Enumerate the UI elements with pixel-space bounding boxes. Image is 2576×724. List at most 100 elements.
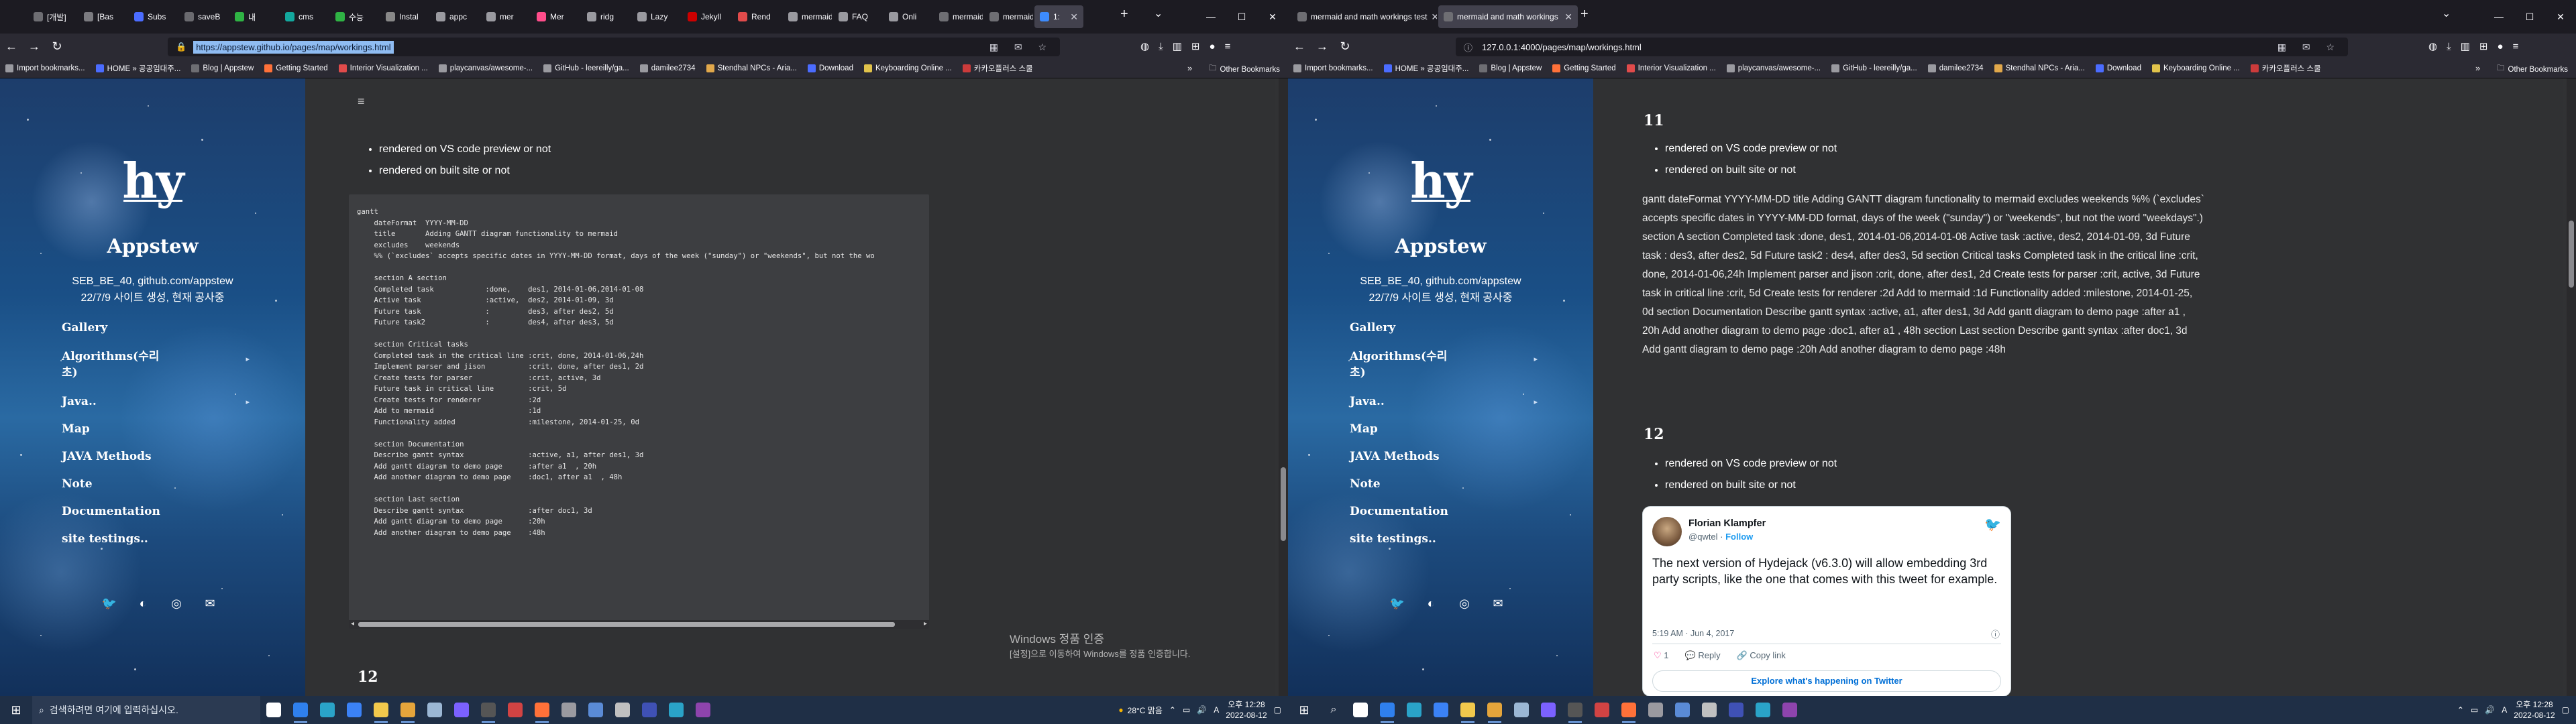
scroll-left-icon[interactable]: ◂ [351, 620, 354, 627]
taskbar-app-app2[interactable] [1589, 696, 1615, 724]
sidebar-item-java-methods[interactable]: JAVA Methods [1350, 450, 1538, 463]
email-icon[interactable]: ✉ [1489, 595, 1507, 612]
browser-tab[interactable]: [Bas [78, 5, 127, 28]
bookmark-item[interactable]: Stendhal NPCs - Aria... [701, 63, 802, 74]
taskbar-app-app8[interactable] [690, 696, 716, 724]
browser-tab[interactable]: FAQ [833, 5, 882, 28]
instagram-icon[interactable]: ◎ [168, 595, 185, 612]
notification-icon[interactable]: ▢ [1274, 705, 1281, 715]
tab-close-icon[interactable]: ✕ [1431, 11, 1437, 23]
vertical-scrollbar[interactable] [2567, 78, 2576, 696]
bookmark-item[interactable]: Blog | Appstew [186, 63, 259, 74]
code-block[interactable]: gantt dateFormat YYYY-MM-DD title Adding… [349, 194, 929, 629]
account-icon[interactable]: ● [2498, 41, 2504, 52]
twitter-bird-icon[interactable]: 🐦 [1984, 516, 2001, 533]
bookmark-item[interactable]: HOME » 공공임대주... [91, 63, 186, 74]
bookmark-item[interactable]: damilee2734 [1923, 63, 1989, 74]
bookmark-item[interactable]: playcanvas/awesome-... [1721, 63, 1826, 74]
site-title[interactable]: Appstew [1288, 235, 1593, 257]
url-text[interactable]: 127.0.0.1:4000/pages/map/workings.html [1479, 41, 1644, 54]
menu-icon[interactable]: ≡ [1225, 41, 1231, 52]
sidebar-item-java[interactable]: Java.. ▸ [1350, 395, 1538, 408]
browser-tab[interactable]: mermaid and math workings test ✕ [1292, 5, 1437, 28]
extension-icon[interactable]: ⊞ [2479, 40, 2488, 52]
scroll-thumb[interactable] [1281, 467, 1286, 541]
forward-icon[interactable]: → [1311, 40, 1334, 54]
back-icon[interactable]: ← [1288, 40, 1311, 54]
menu-icon[interactable]: ≡ [358, 95, 365, 109]
taskbar-app-app[interactable] [1508, 696, 1535, 724]
more-bookmarks-icon[interactable]: » [1187, 63, 1192, 73]
pocket-icon[interactable]: ◍ [2428, 40, 2437, 52]
taskbar-app-app7[interactable] [663, 696, 690, 724]
taskbar-app-firefox[interactable] [1615, 696, 1642, 724]
minimize-icon[interactable]: — [1195, 0, 1226, 34]
vertical-scrollbar[interactable] [1279, 78, 1288, 696]
browser-tab[interactable]: appc [431, 5, 480, 28]
taskbar-app-app6[interactable] [1723, 696, 1750, 724]
taskbar-app-task-view[interactable] [260, 696, 287, 724]
other-bookmarks[interactable]: 🗀 Other Bookmarks [1209, 63, 1280, 76]
url-text[interactable]: https://appstew.github.io/pages/map/work… [193, 40, 394, 54]
sidebar-item-site-testings[interactable]: site testings.. [62, 532, 250, 546]
browser-tab[interactable]: 수능 [330, 5, 379, 28]
input-language[interactable]: A [1214, 705, 1219, 715]
bookmark-item[interactable]: Getting Started [259, 63, 333, 74]
bookmark-item[interactable]: Download [802, 63, 859, 74]
explore-twitter-button[interactable]: Explore what's happening on Twitter [1652, 670, 2001, 692]
back-icon[interactable]: ← [0, 40, 23, 54]
taskbar-app-app7[interactable] [1750, 696, 1776, 724]
download-icon[interactable]: ⤓ [2447, 41, 2451, 52]
browser-tab[interactable]: mermaid and math workings ✕ [1438, 5, 1578, 28]
twitter-icon[interactable]: 🐦 [101, 595, 118, 612]
bookmark-item[interactable]: Getting Started [1547, 63, 1621, 74]
bookmark-item[interactable]: damilee2734 [635, 63, 701, 74]
sidebar-item-java[interactable]: Java.. ▸ [62, 395, 250, 408]
bookmark-item[interactable]: Interior Visualization ... [1621, 63, 1721, 74]
volume-icon[interactable]: 🔊 [2485, 705, 2495, 715]
reply-button[interactable]: 💬 Reply [1685, 650, 1721, 661]
sidebar-item-algorithms[interactable]: Algorithms(수리 초) ▸ [1350, 349, 1538, 381]
more-bookmarks-icon[interactable]: » [2475, 63, 2480, 73]
extension-icon[interactable]: ⊞ [1191, 40, 1200, 52]
scroll-right-icon[interactable]: ▸ [924, 620, 927, 627]
browser-tab[interactable]: Lazy [632, 5, 681, 28]
taskbar-app-app5[interactable] [1696, 696, 1723, 724]
bookmark-item[interactable]: Blog | Appstew [1474, 63, 1547, 74]
sidebar-item-map[interactable]: Map [1350, 422, 1538, 436]
taskbar-app-app[interactable] [421, 696, 448, 724]
taskbar-app-store[interactable] [1428, 696, 1454, 724]
twitter-icon[interactable]: 🐦 [1389, 595, 1406, 612]
library-icon[interactable]: ▥ [1173, 40, 1182, 52]
tab-list-icon[interactable]: ⌄ [2442, 7, 2451, 20]
follow-button[interactable]: Follow [1725, 532, 1753, 542]
other-bookmarks[interactable]: 🗀 Other Bookmarks [2497, 63, 2568, 76]
input-language[interactable]: A [2502, 705, 2507, 715]
account-icon[interactable]: ● [1210, 41, 1216, 52]
bookmark-item[interactable]: Keyboarding Online ... [2147, 63, 2245, 74]
browser-tab[interactable]: Onli [883, 5, 932, 28]
tab-close-icon[interactable]: ✕ [1564, 11, 1572, 23]
clock[interactable]: 오후 12:28 2022-08-12 [1226, 699, 1267, 721]
taskbar-app-app4[interactable] [1669, 696, 1696, 724]
site-title[interactable]: Appstew [0, 235, 305, 257]
chevron-right-icon[interactable]: ▸ [246, 351, 250, 367]
browser-tab[interactable]: [개발] [28, 5, 77, 28]
browser-tab[interactable]: Mer [531, 5, 580, 28]
download-icon[interactable]: ⤓ [1159, 41, 1163, 52]
bookmark-item[interactable]: Stendhal NPCs - Aria... [1989, 63, 2090, 74]
taskbar-app-app2[interactable] [502, 696, 529, 724]
bookmark-item[interactable]: 카카오플러스 스쿨 [2245, 63, 2326, 74]
taskbar-app-terminal[interactable] [1562, 696, 1589, 724]
taskbar-app-firefox[interactable] [529, 696, 555, 724]
email-icon[interactable]: ✉ [201, 595, 219, 612]
library-icon[interactable]: ▥ [2461, 40, 2470, 52]
tweet-handle[interactable]: @qwtel [1688, 532, 1718, 542]
taskbar-app-store[interactable] [341, 696, 368, 724]
copy-link-button[interactable]: 🔗 Copy link [1737, 650, 1786, 661]
info-icon[interactable]: ⓘ [1991, 627, 2000, 640]
taskbar-app-chrome[interactable] [394, 696, 421, 724]
browser-tab[interactable]: mer [481, 5, 530, 28]
bookmark-item[interactable]: HOME » 공공임대주... [1379, 63, 1474, 74]
taskbar-app-vs[interactable] [448, 696, 475, 724]
